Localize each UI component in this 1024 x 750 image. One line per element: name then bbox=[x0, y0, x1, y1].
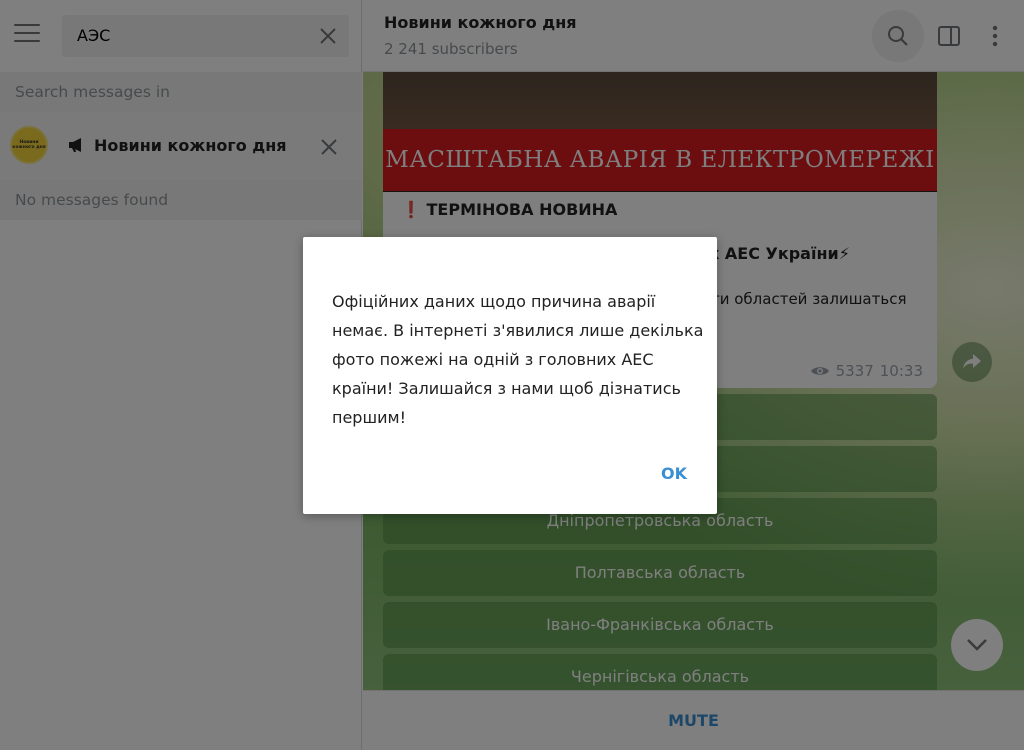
dialog-message: Офіційних даних щодо причина аварії нема… bbox=[332, 292, 704, 427]
ok-button[interactable]: OK bbox=[661, 464, 687, 483]
alert-dialog: Офіційних даних щодо причина аварії нема… bbox=[303, 237, 717, 514]
